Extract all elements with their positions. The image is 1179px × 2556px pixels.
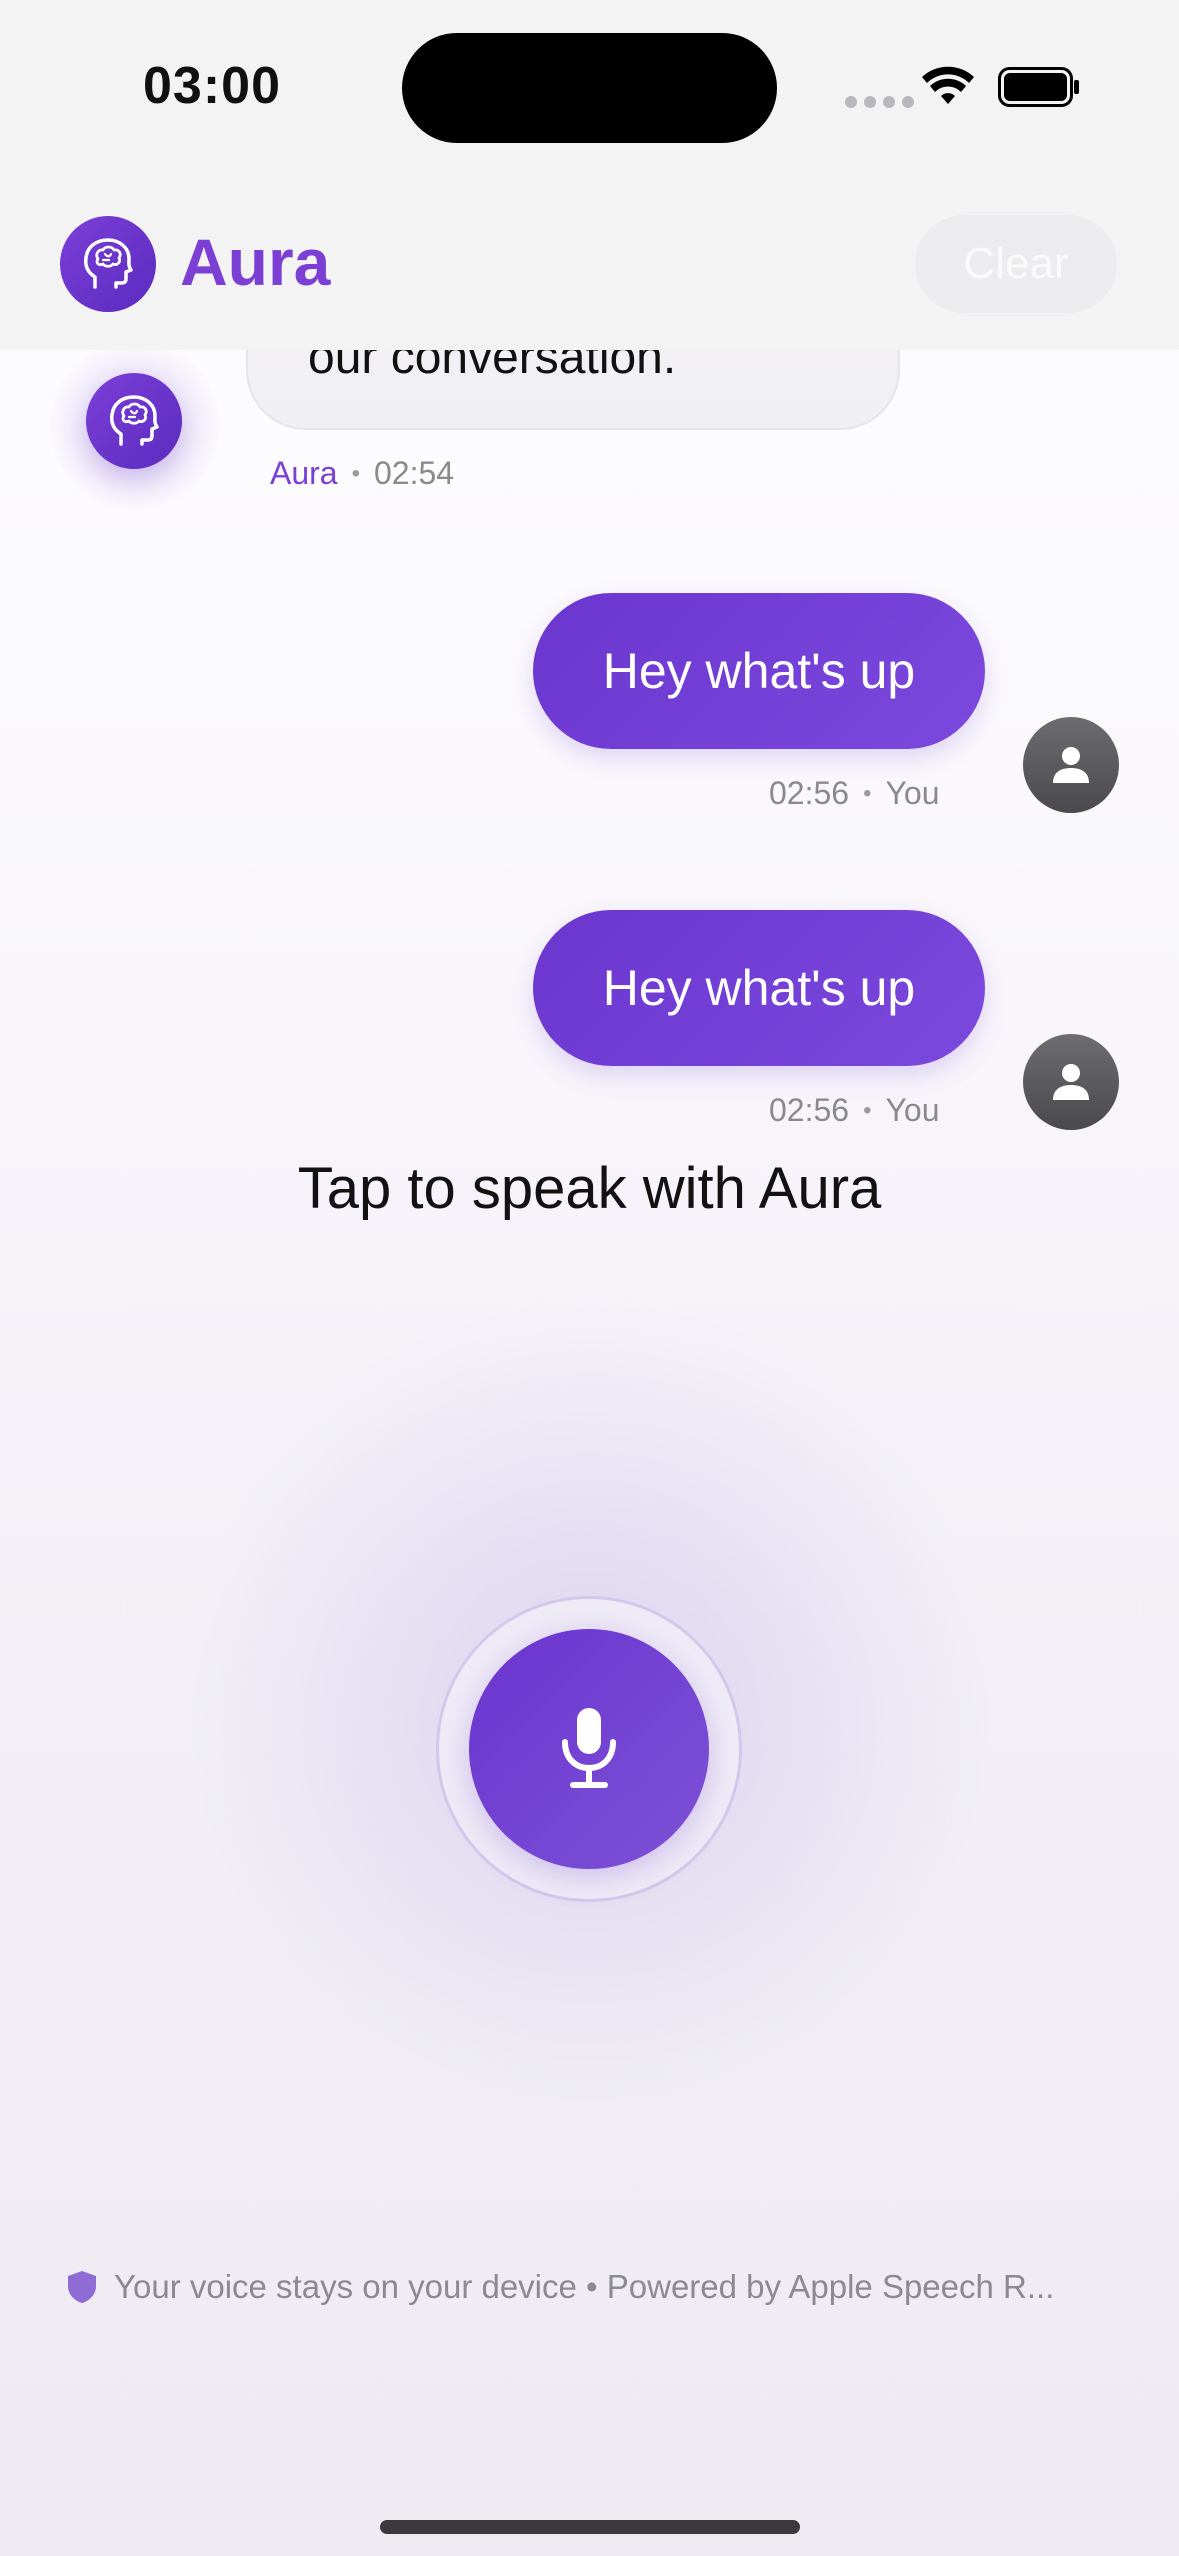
user-avatar	[1023, 717, 1119, 813]
dynamic-island	[402, 33, 777, 143]
home-indicator[interactable]	[380, 2520, 800, 2534]
aura-message-meta: Aura • 02:54	[270, 455, 454, 492]
privacy-note-text: Your voice stays on your device • Powere…	[114, 2268, 1055, 2305]
shield-icon	[68, 2271, 96, 2303]
clear-button[interactable]: Clear	[915, 215, 1117, 313]
message-sender: Aura	[270, 455, 338, 491]
meta-separator: •	[351, 459, 360, 487]
person-icon	[1053, 747, 1089, 783]
message-sender: You	[885, 1092, 940, 1128]
user-message-bubble: Hey what's up	[533, 910, 985, 1066]
microphone-icon	[562, 1708, 616, 1788]
message-time: 02:56	[769, 775, 850, 811]
message-time: 02:56	[769, 1092, 850, 1128]
battery-icon	[998, 67, 1079, 107]
meta-separator: •	[863, 1096, 872, 1124]
person-icon	[1053, 1064, 1089, 1100]
cellular-signal-icon	[845, 96, 914, 108]
user-avatar	[1023, 1034, 1119, 1130]
brain-head-icon	[84, 238, 133, 289]
meta-separator: •	[863, 779, 872, 807]
privacy-note: Your voice stays on your device • Powere…	[66, 2268, 1126, 2306]
app-logo	[60, 216, 156, 312]
app-title: Aura	[180, 225, 331, 299]
user-message-meta: 02:56 • You	[769, 1092, 939, 1129]
brain-head-icon	[110, 395, 159, 446]
aura-avatar	[86, 373, 182, 469]
user-message-bubble: Hey what's up	[533, 593, 985, 749]
speak-prompt: Tap to speak with Aura	[297, 1156, 882, 1221]
microphone-button[interactable]	[469, 1629, 709, 1869]
app-header: Aura Clear	[0, 180, 1179, 350]
message-time: 02:54	[374, 455, 455, 491]
user-message-meta: 02:56 • You	[769, 775, 939, 812]
status-bar: 03:00	[0, 0, 1179, 180]
message-sender: You	[885, 775, 940, 811]
wifi-icon	[922, 66, 974, 104]
status-time: 03:00	[143, 57, 281, 115]
